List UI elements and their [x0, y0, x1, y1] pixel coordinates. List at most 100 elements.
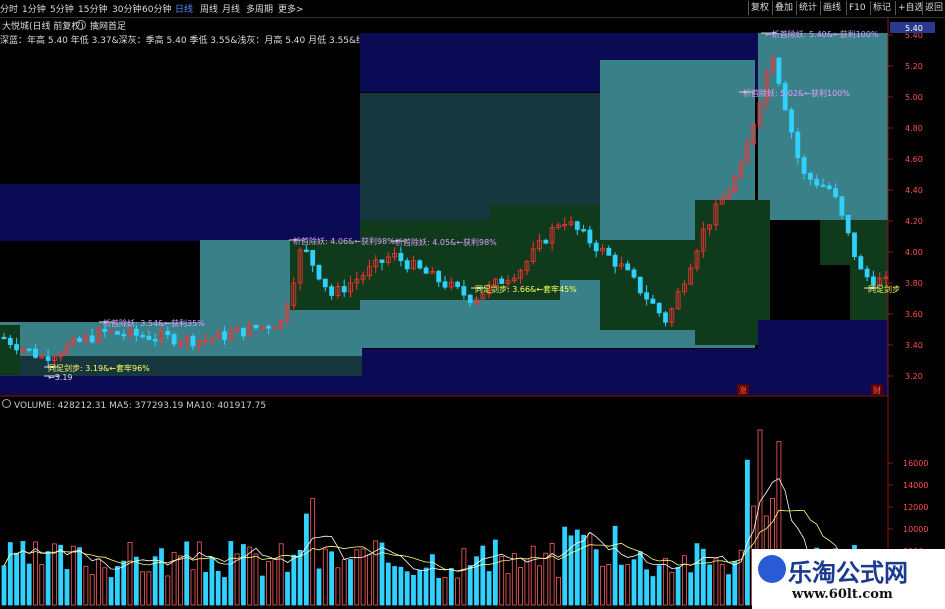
candle-body	[133, 328, 139, 336]
candle-body	[379, 259, 385, 263]
candle-body	[165, 331, 171, 336]
volume-bar	[511, 553, 517, 606]
volume-bar	[417, 570, 423, 606]
volume-bar	[341, 559, 347, 606]
candle-body	[543, 239, 549, 244]
candle-body	[663, 312, 668, 323]
volume-bar	[694, 543, 700, 606]
volume-bar	[121, 560, 127, 606]
volume-bar	[719, 564, 725, 606]
volume-bar	[177, 555, 183, 606]
candle-body	[801, 157, 807, 174]
volume-bar	[14, 552, 20, 606]
volume-bar	[322, 548, 328, 606]
volume-bar	[45, 551, 51, 606]
volume-bar	[556, 576, 561, 606]
volume-bar	[127, 542, 133, 606]
volume-bar	[606, 564, 612, 606]
candle-body	[587, 229, 593, 244]
tag-label-1: 涨	[739, 385, 747, 395]
volume-bar	[467, 565, 473, 606]
volume-bar	[385, 562, 391, 606]
volume-bar	[707, 564, 712, 606]
candle-body	[593, 242, 599, 252]
volume-bar	[222, 577, 227, 606]
volume-bar	[316, 568, 322, 606]
candle-body	[121, 334, 127, 337]
volume-bar	[637, 551, 643, 606]
candle-body	[316, 264, 322, 280]
volume-bar	[612, 525, 618, 606]
candle-body	[77, 338, 82, 342]
volume-bar	[159, 548, 164, 606]
volume-bar	[455, 577, 461, 606]
zone-layer	[0, 33, 888, 395]
candle-body	[140, 334, 146, 338]
candle-body	[852, 232, 857, 258]
volume-bar	[140, 571, 146, 606]
candle-body	[1, 336, 7, 340]
volume-bar	[165, 575, 171, 606]
volume-bar	[335, 567, 341, 606]
volume-bar	[411, 574, 416, 606]
volume-bar	[732, 561, 738, 606]
candle-body	[631, 269, 637, 278]
candle-body	[423, 267, 429, 274]
volume-values: VOLUME: 428212.31 MA5: 377293.19 MA10: 4…	[14, 401, 267, 411]
volume-bar	[675, 566, 681, 606]
kline-chart[interactable]: 析首除妖: 3.54&←获利35% 同足剑步: 3.19&←套牢96%←3.19 析…	[0, 0, 945, 609]
candle-body	[190, 335, 196, 347]
annotation-label: 析首除妖: 4.05&←获利98%	[395, 237, 497, 247]
volume-bar	[366, 554, 372, 606]
candle-body	[581, 229, 586, 232]
logo-icon	[758, 555, 786, 583]
volume-bar	[26, 563, 32, 606]
tag-label-2: 财	[873, 385, 881, 395]
candle-body	[329, 286, 335, 296]
price-tick-label: 4.40	[905, 186, 923, 195]
candle-body	[637, 276, 643, 294]
price-tick-label: 3.40	[905, 341, 923, 350]
candle-body	[171, 334, 177, 345]
candle-body	[644, 292, 649, 300]
volume-bar	[329, 551, 335, 606]
volume-bar	[448, 568, 454, 606]
candle-body	[625, 263, 631, 271]
price-axis: 5.40 5.20 5.00 4.80 4.60 4.40 4.20 4.00 3.80 3.60…	[888, 22, 935, 578]
price-tick-label: 3.60	[905, 310, 923, 319]
volume-bar	[240, 544, 246, 606]
candle-body	[820, 184, 826, 188]
candle-body	[222, 331, 227, 340]
volume-bar	[423, 567, 429, 606]
volume-tick-label: 10000	[903, 525, 928, 534]
volume-bar	[669, 571, 675, 606]
volume-bar	[247, 546, 253, 606]
candle-body	[839, 196, 845, 216]
current-price-label: 5.40	[905, 24, 923, 33]
volume-bar	[64, 569, 70, 606]
volume-bar	[625, 564, 631, 606]
annotation-label: 同足剑步	[868, 284, 900, 294]
volume-bar	[745, 459, 750, 606]
volume-bar	[259, 575, 265, 606]
volume-bar	[297, 549, 303, 606]
price-tick-label: 3.20	[905, 372, 923, 381]
candle-body	[266, 326, 272, 329]
gear-icon[interactable]	[2, 399, 11, 408]
volume-bar	[133, 556, 139, 606]
annotation-label: 同足剑步: 3.19&←套牢96%	[48, 363, 150, 373]
candle-body	[795, 131, 801, 159]
zone-rect	[0, 184, 360, 241]
candle-body	[826, 185, 832, 190]
volume-bar	[266, 561, 272, 606]
volume-tick-label: 16000	[903, 459, 928, 468]
candle-body	[612, 254, 618, 267]
candle-body	[845, 214, 851, 234]
volume-bar	[39, 564, 45, 606]
candle-body	[574, 221, 580, 230]
price-tick-label: 3.80	[905, 279, 923, 288]
volume-bar	[656, 565, 662, 606]
volume-bar	[303, 513, 309, 606]
candle-body	[606, 247, 612, 256]
candle-body	[656, 302, 662, 314]
